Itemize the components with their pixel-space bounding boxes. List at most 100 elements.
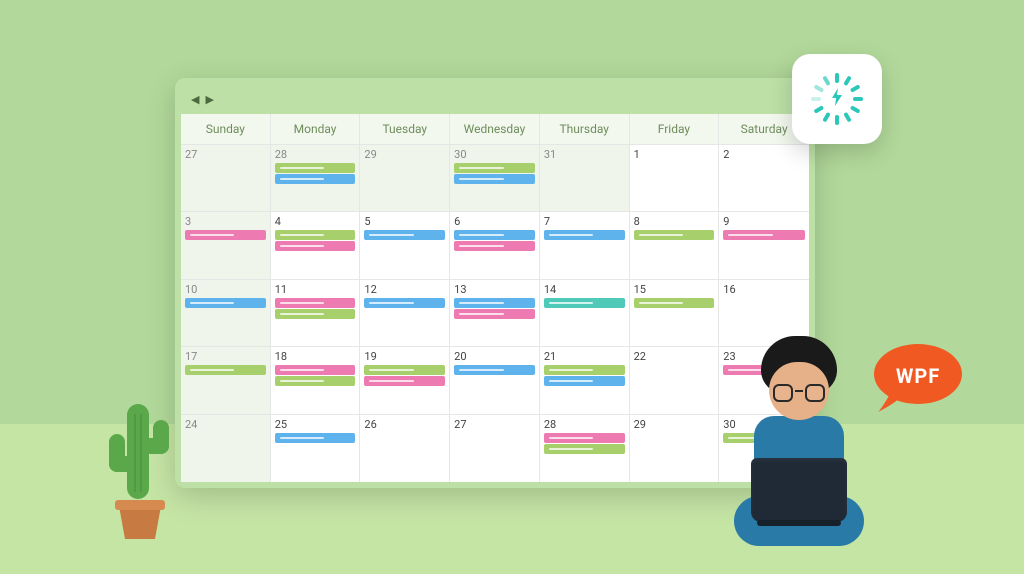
day-number: 29	[364, 148, 445, 161]
day-number: 2	[723, 148, 805, 161]
day-header: Sunday	[181, 114, 271, 144]
event-bar[interactable]	[364, 365, 445, 375]
event-bar[interactable]	[634, 298, 715, 308]
event-bar[interactable]	[275, 376, 356, 386]
calendar-grid: 2728293031123456789101112131415161718192…	[181, 145, 809, 482]
day-number: 16	[723, 283, 805, 296]
event-bar[interactable]	[275, 365, 356, 375]
event-bar[interactable]	[544, 444, 625, 454]
bubble-label: WPF	[872, 364, 964, 388]
day-number: 7	[544, 215, 625, 228]
event-bar[interactable]	[454, 309, 535, 319]
day-cell[interactable]: 11	[271, 280, 361, 346]
day-cell[interactable]: 15	[630, 280, 720, 346]
event-bar[interactable]	[364, 230, 445, 240]
day-number: 9	[723, 215, 805, 228]
day-cell[interactable]: 26	[360, 415, 450, 482]
event-bar[interactable]	[185, 298, 266, 308]
day-cell[interactable]: 1	[630, 145, 720, 211]
event-bar[interactable]	[544, 376, 625, 386]
day-number: 6	[454, 215, 535, 228]
event-bar[interactable]	[364, 298, 445, 308]
day-cell[interactable]: 14	[540, 280, 630, 346]
event-bar[interactable]	[275, 241, 356, 251]
event-bar[interactable]	[185, 365, 266, 375]
day-cell[interactable]: 28	[540, 415, 630, 482]
event-bar[interactable]	[454, 163, 535, 173]
event-bar[interactable]	[544, 298, 625, 308]
day-cell[interactable]: 18	[271, 347, 361, 413]
day-cell[interactable]: 22	[630, 347, 720, 413]
event-bar[interactable]	[454, 230, 535, 240]
event-bar[interactable]	[544, 365, 625, 375]
day-number: 22	[634, 350, 715, 363]
day-number: 27	[454, 418, 535, 431]
day-cell[interactable]: 8	[630, 212, 720, 278]
day-number: 15	[634, 283, 715, 296]
day-cell[interactable]: 19	[360, 347, 450, 413]
event-bar[interactable]	[634, 230, 715, 240]
event-bar[interactable]	[275, 309, 356, 319]
day-number: 12	[364, 283, 445, 296]
day-cell[interactable]: 31	[540, 145, 630, 211]
day-cell[interactable]: 27	[181, 145, 271, 211]
day-number: 4	[275, 215, 356, 228]
event-bar[interactable]	[275, 433, 356, 443]
day-cell[interactable]: 2	[719, 145, 809, 211]
event-bar[interactable]	[454, 298, 535, 308]
day-cell[interactable]: 29	[630, 415, 720, 482]
day-cell[interactable]: 5	[360, 212, 450, 278]
day-number: 31	[544, 148, 625, 161]
event-bar[interactable]	[454, 241, 535, 251]
day-number: 30	[454, 148, 535, 161]
event-bar[interactable]	[275, 163, 356, 173]
day-cell[interactable]: 25	[271, 415, 361, 482]
day-number: 21	[544, 350, 625, 363]
day-headers-row: SundayMondayTuesdayWednesdayThursdayFrid…	[181, 114, 809, 145]
day-cell[interactable]: 9	[719, 212, 809, 278]
calendar-week-row: 101112 1314 15 16	[181, 280, 809, 347]
day-header: Monday	[271, 114, 361, 144]
day-number: 17	[185, 350, 266, 363]
day-cell[interactable]: 17	[181, 347, 271, 413]
event-bar[interactable]	[544, 433, 625, 443]
event-bar[interactable]	[275, 298, 356, 308]
event-bar[interactable]	[275, 230, 356, 240]
event-bar[interactable]	[364, 376, 445, 386]
day-cell[interactable]: 21	[540, 347, 630, 413]
day-cell[interactable]: 30	[450, 145, 540, 211]
calendar-nav: ◀ ▶	[181, 84, 809, 114]
calendar-week-row: 272829 30 31 12	[181, 145, 809, 212]
laptop-icon	[751, 458, 847, 522]
event-bar[interactable]	[454, 365, 535, 375]
day-cell[interactable]: 10	[181, 280, 271, 346]
day-cell[interactable]: 13	[450, 280, 540, 346]
day-number: 8	[634, 215, 715, 228]
day-cell[interactable]: 4	[271, 212, 361, 278]
day-cell[interactable]: 7	[540, 212, 630, 278]
day-cell[interactable]: 24	[181, 415, 271, 482]
day-cell[interactable]: 12	[360, 280, 450, 346]
day-cell[interactable]: 28	[271, 145, 361, 211]
day-number: 26	[364, 418, 445, 431]
event-bar[interactable]	[275, 174, 356, 184]
day-cell[interactable]: 20	[450, 347, 540, 413]
next-arrow-icon[interactable]: ▶	[203, 93, 215, 106]
day-cell[interactable]: 6	[450, 212, 540, 278]
event-bar[interactable]	[544, 230, 625, 240]
day-header: Thursday	[540, 114, 630, 144]
event-bar[interactable]	[454, 174, 535, 184]
day-number: 25	[275, 418, 356, 431]
calendar-body: SundayMondayTuesdayWednesdayThursdayFrid…	[181, 114, 809, 482]
day-cell[interactable]: 29	[360, 145, 450, 211]
day-header: Friday	[630, 114, 720, 144]
day-cell[interactable]: 27	[450, 415, 540, 482]
day-cell[interactable]: 3	[181, 212, 271, 278]
day-header: Tuesday	[360, 114, 450, 144]
event-bar[interactable]	[723, 230, 805, 240]
cactus-decoration	[105, 394, 175, 544]
day-number: 5	[364, 215, 445, 228]
calendar-week-row: 3456789	[181, 212, 809, 279]
prev-arrow-icon[interactable]: ◀	[189, 93, 201, 106]
event-bar[interactable]	[185, 230, 266, 240]
